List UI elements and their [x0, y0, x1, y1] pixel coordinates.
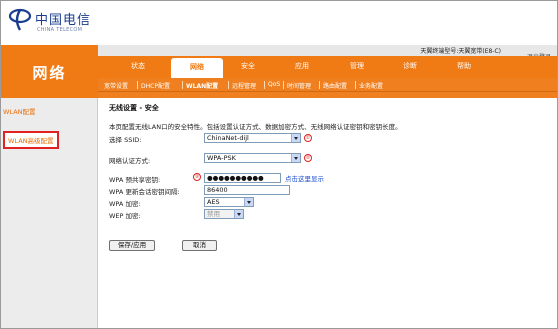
rekey-interval-input[interactable]: 86400: [204, 185, 290, 195]
chevron-down-icon: [291, 154, 300, 162]
brand-name-cn: 中国电信: [35, 13, 92, 28]
ssid-select-value: ChinaNet-dijl: [207, 134, 249, 142]
psk-input-value: ●●●●●●●●●●: [207, 174, 264, 182]
save-apply-button[interactable]: 保存/应用: [109, 240, 155, 251]
ssid-select[interactable]: ChinaNet-dijl: [204, 133, 301, 143]
auth-method-label: 网络认证方式:: [109, 157, 151, 165]
subnav-divider: [355, 81, 356, 89]
section-title-panel: 网络: [1, 45, 98, 98]
tab-status[interactable]: 状态: [131, 61, 145, 71]
info-bar: 天翼终端型号:天翼宽带(E8-C) 退出登录: [98, 45, 557, 61]
china-telecom-logo-icon: [8, 8, 32, 31]
psk-input[interactable]: ●●●●●●●●●●: [204, 173, 281, 183]
brand-name-en: CHINA TELECOM: [37, 27, 83, 33]
show-password-link[interactable]: 点击这里显示: [285, 173, 324, 183]
page-description: 本页配置无线LAN口的安全特性。包括设置认证方式、数据加密方式、无线网络认证密钥…: [109, 123, 402, 131]
tab-network[interactable]: 网络: [171, 58, 223, 78]
subnav-divider: [319, 81, 320, 89]
chevron-down-icon: [291, 134, 300, 142]
subnav-divider: [228, 81, 229, 89]
tab-applications[interactable]: 应用: [295, 61, 309, 71]
subnav-divider: [137, 81, 138, 89]
auth-method-select[interactable]: WPA-PSK: [204, 153, 301, 163]
left-menu: WLAN配置 WLAN高级配置: [1, 98, 98, 328]
header: 中国电信 CHINA TELECOM: [1, 1, 557, 45]
tab-help[interactable]: 帮助: [457, 61, 471, 71]
ssid-label: 选择 SSID:: [109, 136, 142, 144]
main-tab-bar: 状态 网络 安全 应用 管理 诊断 帮助: [98, 56, 557, 78]
subnav-dhcp[interactable]: DHCP配置: [141, 81, 170, 90]
subnav-route-config[interactable]: 路由配置: [323, 81, 347, 90]
chevron-down-icon: [234, 210, 243, 218]
device-model-text: 天翼终端型号:天翼宽带(E8-C): [420, 48, 501, 55]
subnav-service-config[interactable]: 业务配置: [359, 81, 383, 90]
sub-nav-strip: [98, 92, 557, 98]
logo: 中国电信 CHINA TELECOM: [7, 5, 90, 43]
auth-method-select-value: WPA-PSK: [207, 154, 236, 162]
wpa-encryption-label: WPA 加密:: [109, 200, 141, 208]
marker-1: ①: [304, 134, 312, 142]
wep-encryption-select: 禁用: [204, 209, 244, 219]
wpa-encryption-select[interactable]: AES: [204, 197, 254, 207]
marker-3: ③: [193, 173, 201, 181]
subnav-divider: [283, 81, 284, 89]
leftmenu-item-wlan-config[interactable]: WLAN配置: [3, 106, 36, 116]
subnav-time-management[interactable]: 时间管理: [287, 81, 311, 90]
rekey-interval-value: 86400: [207, 186, 228, 194]
wep-encryption-value: 禁用: [207, 210, 220, 218]
rekey-interval-label: WPA 更新会话密钥间隔:: [109, 188, 180, 196]
subnav-remote-management[interactable]: 远程管理: [232, 81, 256, 90]
subnav-qos[interactable]: QoS: [268, 81, 280, 88]
subnav-wlan[interactable]: WLAN配置: [186, 81, 218, 90]
chevron-down-icon: [244, 198, 253, 206]
wep-encryption-label: WEP 加密:: [109, 212, 141, 220]
subnav-divider: [182, 81, 183, 89]
tab-diagnostics[interactable]: 诊断: [403, 61, 417, 71]
leftmenu-item-wlan-advanced[interactable]: WLAN高级配置: [3, 131, 59, 149]
tab-management[interactable]: 管理: [350, 61, 364, 71]
psk-label: WPA 预共享密钥:: [109, 176, 161, 184]
section-title: 网络: [32, 64, 67, 82]
page-title: 无线设置 - 安全: [109, 104, 159, 112]
subnav-divider: [264, 81, 265, 89]
tab-security[interactable]: 安全: [241, 61, 255, 71]
subnav-broadband[interactable]: 宽带设置: [104, 81, 128, 90]
wpa-encryption-value: AES: [207, 198, 220, 206]
cancel-button[interactable]: 取消: [182, 240, 217, 251]
sub-nav-bar: 宽带设置 DHCP配置 WLAN配置 远程管理 QoS 时间管理 路由配置 业务…: [98, 78, 557, 92]
marker-2: ②: [304, 154, 312, 162]
